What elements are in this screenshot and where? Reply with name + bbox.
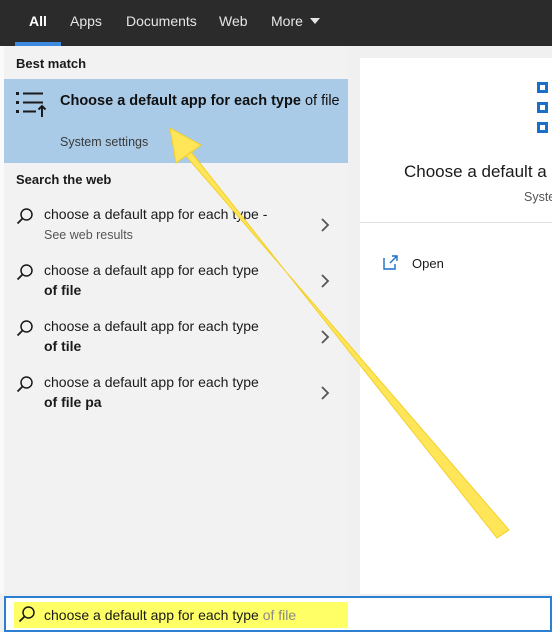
preview-title: Choose a default a (404, 162, 547, 181)
tab-apps[interactable]: Apps (70, 0, 102, 46)
tab-more-label: More (271, 13, 303, 29)
best-match-title-rest: of file (300, 93, 340, 109)
web-result-text-bold: of tile (44, 338, 82, 354)
preview-divider (360, 222, 552, 223)
chevron-right-icon[interactable] (320, 386, 330, 400)
search-icon (16, 320, 33, 337)
chevron-right-icon[interactable] (320, 330, 330, 344)
search-input[interactable]: choose a default app for each type of fi… (44, 607, 296, 623)
best-match-result[interactable]: Choose a default app for each type of fi… (4, 79, 348, 163)
search-scope-tabs: All Apps Documents Web More (0, 0, 552, 46)
best-match-title-bold: Choose a default app for each type (60, 93, 301, 109)
chevron-right-icon[interactable] (320, 274, 330, 288)
tab-documents[interactable]: Documents (126, 0, 197, 46)
chevron-down-icon (309, 18, 320, 25)
open-external-icon (383, 255, 398, 270)
tab-more[interactable]: More (271, 0, 320, 46)
web-result-text-bold: of file (44, 282, 82, 298)
search-icon (16, 376, 33, 393)
results-panel: Best match Choose a default app for each… (4, 46, 348, 594)
search-box[interactable]: choose a default app for each type of fi… (4, 596, 552, 632)
best-match-title: Choose a default app for each type of fi… (60, 91, 340, 111)
chevron-right-icon[interactable] (320, 218, 330, 232)
open-action-label: Open (412, 256, 444, 271)
best-match-subtitle: System settings (60, 135, 149, 149)
search-suggestion-text: of file (258, 607, 297, 623)
web-result-text: choose a default app for each type (44, 318, 259, 334)
search-typed-text: choose a default app for each type (44, 607, 259, 623)
web-result-row[interactable]: choose a default app for each type of ti… (4, 314, 348, 366)
tab-web[interactable]: Web (219, 0, 248, 46)
web-result-row[interactable]: choose a default app for each type - See… (4, 202, 348, 254)
web-result-text: choose a default app for each type - (44, 206, 268, 222)
web-result-row[interactable]: choose a default app for each type of fi… (4, 370, 348, 422)
best-match-heading: Best match (16, 56, 87, 71)
preview-subtitle: Syste (524, 190, 552, 204)
web-result-text: choose a default app for each type (44, 262, 259, 278)
tab-all[interactable]: All (15, 0, 61, 46)
search-icon (16, 208, 33, 225)
preview-panel: Choose a default a Syste Open (360, 58, 552, 594)
default-apps-large-icon (537, 82, 548, 133)
web-result-row[interactable]: choose a default app for each type of fi… (4, 258, 348, 310)
web-result-text: choose a default app for each type (44, 374, 259, 390)
search-icon (18, 606, 35, 623)
default-apps-list-icon (16, 92, 47, 117)
web-result-text-bold: of file pa (44, 394, 102, 410)
web-result-subtext: See web results (44, 228, 133, 242)
search-web-heading: Search the web (16, 172, 112, 187)
search-icon (16, 264, 33, 281)
